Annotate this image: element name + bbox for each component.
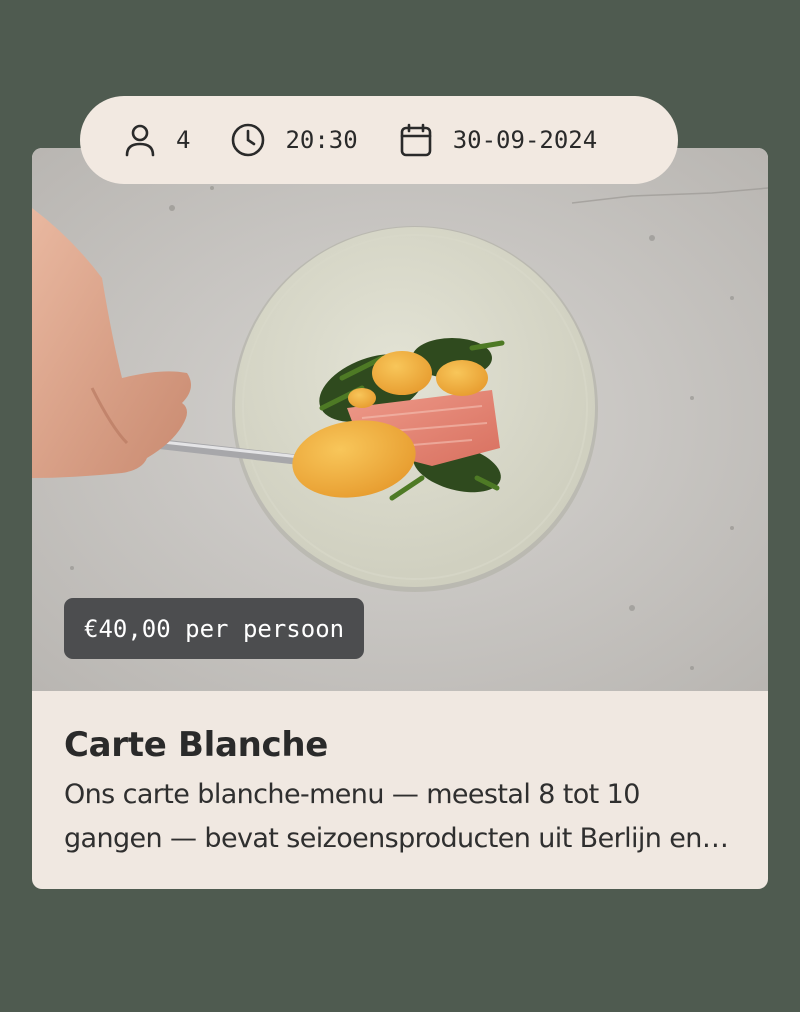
- price-badge: €40,00 per persoon: [64, 598, 365, 659]
- date-info: 30-09-2024: [398, 122, 598, 158]
- booking-date: 30-09-2024: [452, 126, 598, 154]
- booking-time: 20:30: [285, 126, 358, 154]
- menu-title: Carte Blanche: [64, 725, 329, 765]
- page: €40,00 per persoon Carte Blanche Ons car…: [0, 0, 800, 1012]
- menu-card[interactable]: €40,00 per persoon Carte Blanche Ons car…: [32, 148, 768, 889]
- time-info: 20:30: [230, 122, 358, 158]
- calendar-icon: [398, 122, 434, 158]
- person-icon: [122, 122, 158, 158]
- guests-count: 4: [176, 126, 191, 154]
- guests-info: 4: [122, 122, 190, 158]
- booking-info-bar: 4 20:30 30-09-2024: [80, 96, 678, 184]
- price-label: €40,00 per persoon: [84, 614, 345, 643]
- menu-description: Ons carte blanche-menu — meestal 8 tot 1…: [64, 779, 702, 854]
- card-body: Carte Blanche Ons carte blanche-menu — m…: [64, 723, 744, 861]
- dish-photo: €40,00 per persoon: [32, 148, 768, 691]
- clock-icon: [230, 122, 266, 158]
